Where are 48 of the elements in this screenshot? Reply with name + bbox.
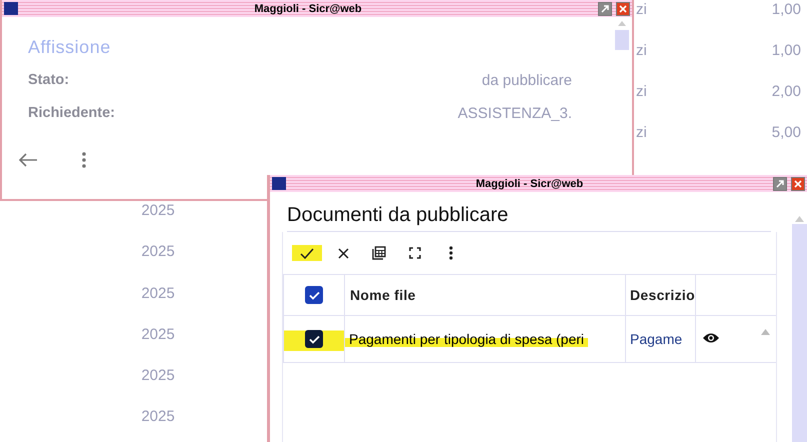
fullscreen-icon	[409, 247, 421, 259]
checkbox[interactable]	[305, 330, 323, 348]
table-cell: 1,00	[772, 42, 801, 59]
restore-icon	[776, 180, 784, 188]
scrollbar-thumb[interactable]	[792, 224, 806, 442]
table-cell: zi	[636, 124, 647, 141]
table-cell: 1,00	[772, 1, 801, 18]
check-icon	[300, 248, 314, 258]
table-cell-text: 2025	[141, 324, 175, 345]
table-cell-text: Pagame	[629, 331, 682, 347]
close-button[interactable]	[616, 2, 630, 16]
close-icon	[619, 4, 627, 12]
eye-icon[interactable]	[702, 332, 720, 344]
close-icon	[794, 180, 802, 188]
table-icon	[372, 246, 386, 260]
section-title: Affissione	[28, 37, 112, 58]
field-value: da pubblicare	[482, 72, 572, 91]
restore-icon	[601, 4, 609, 12]
restore-button[interactable]	[598, 2, 612, 16]
check-icon	[308, 334, 320, 344]
back-button[interactable]	[18, 152, 38, 168]
close-button[interactable]	[791, 176, 805, 190]
table-cell-text: 2025	[141, 201, 175, 221]
table-cell-text: 2025	[141, 366, 175, 386]
table-cell: 2,00	[772, 83, 801, 100]
check-icon	[308, 290, 320, 300]
more-icon	[449, 246, 453, 260]
field-label: Richiedente:	[28, 105, 116, 123]
window-title: Maggioli - Sicr@web	[253, 2, 363, 14]
field-value: ASSISTENZA_3.	[458, 105, 572, 124]
table-cell-text: 2025	[141, 407, 175, 428]
table-cell: zi	[636, 42, 647, 59]
scrollbar-thumb[interactable]	[615, 30, 629, 50]
confirm-button[interactable]	[292, 245, 322, 261]
window-title: Maggioli - Sicr@web	[474, 178, 584, 190]
field-label: Stato:	[28, 72, 70, 90]
dialog-title: Documenti da pubblicare	[287, 204, 771, 232]
column-header[interactable]: Nome file	[345, 287, 416, 303]
table-cell-text: 2025	[141, 242, 175, 262]
table-cell-text: 2025	[141, 284, 175, 304]
restore-button[interactable]	[773, 176, 787, 190]
table-cell: zi	[636, 1, 647, 18]
app-logo-icon	[272, 177, 286, 190]
table-cell: zi	[636, 83, 647, 100]
app-logo-icon	[4, 2, 18, 15]
checkbox[interactable]	[305, 286, 323, 304]
table-cell: 5,00	[772, 124, 801, 141]
close-icon	[338, 248, 348, 258]
